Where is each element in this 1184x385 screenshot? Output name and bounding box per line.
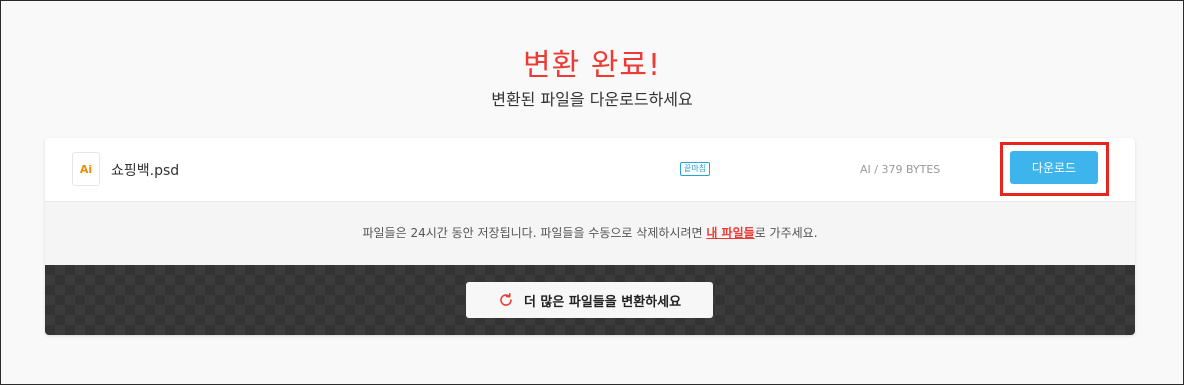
info-text-after: 로 가주세요. [754,226,818,240]
convert-more-label: 더 많은 파일들을 변환하세요 [523,294,682,310]
info-text-before: 파일들은 24시간 동안 저장됩니다. 파일들을 수동으로 삭제하시려면 [362,226,707,240]
convert-more-button[interactable]: 더 많은 파일들을 변환하세요 [466,282,713,318]
page-subtitle: 변환된 파일을 다운로드하세요 [491,90,693,109]
result-card: Ai 쇼핑백.psd 끝마침 AI / 379 BYTES 다운로드 파일들은 … [45,138,1135,335]
file-row: Ai 쇼핑백.psd 끝마침 AI / 379 BYTES 다운로드 [45,138,1135,201]
convert-row: 더 많은 파일들을 변환하세요 [45,265,1135,335]
refresh-icon [498,292,514,308]
download-button[interactable]: 다운로드 [1010,151,1098,184]
status-badge: 끝마침 [680,162,711,176]
file-meta: AI / 379 BYTES [860,163,941,176]
ai-file-icon: Ai [72,152,100,186]
my-files-link[interactable]: 내 파일들 [706,226,754,240]
file-name: 쇼핑백.psd [111,163,180,179]
info-row: 파일들은 24시간 동안 저장됩니다. 파일들을 수동으로 삭제하시려면 내 파… [45,201,1135,265]
page-title: 변환 완료! [523,48,661,83]
